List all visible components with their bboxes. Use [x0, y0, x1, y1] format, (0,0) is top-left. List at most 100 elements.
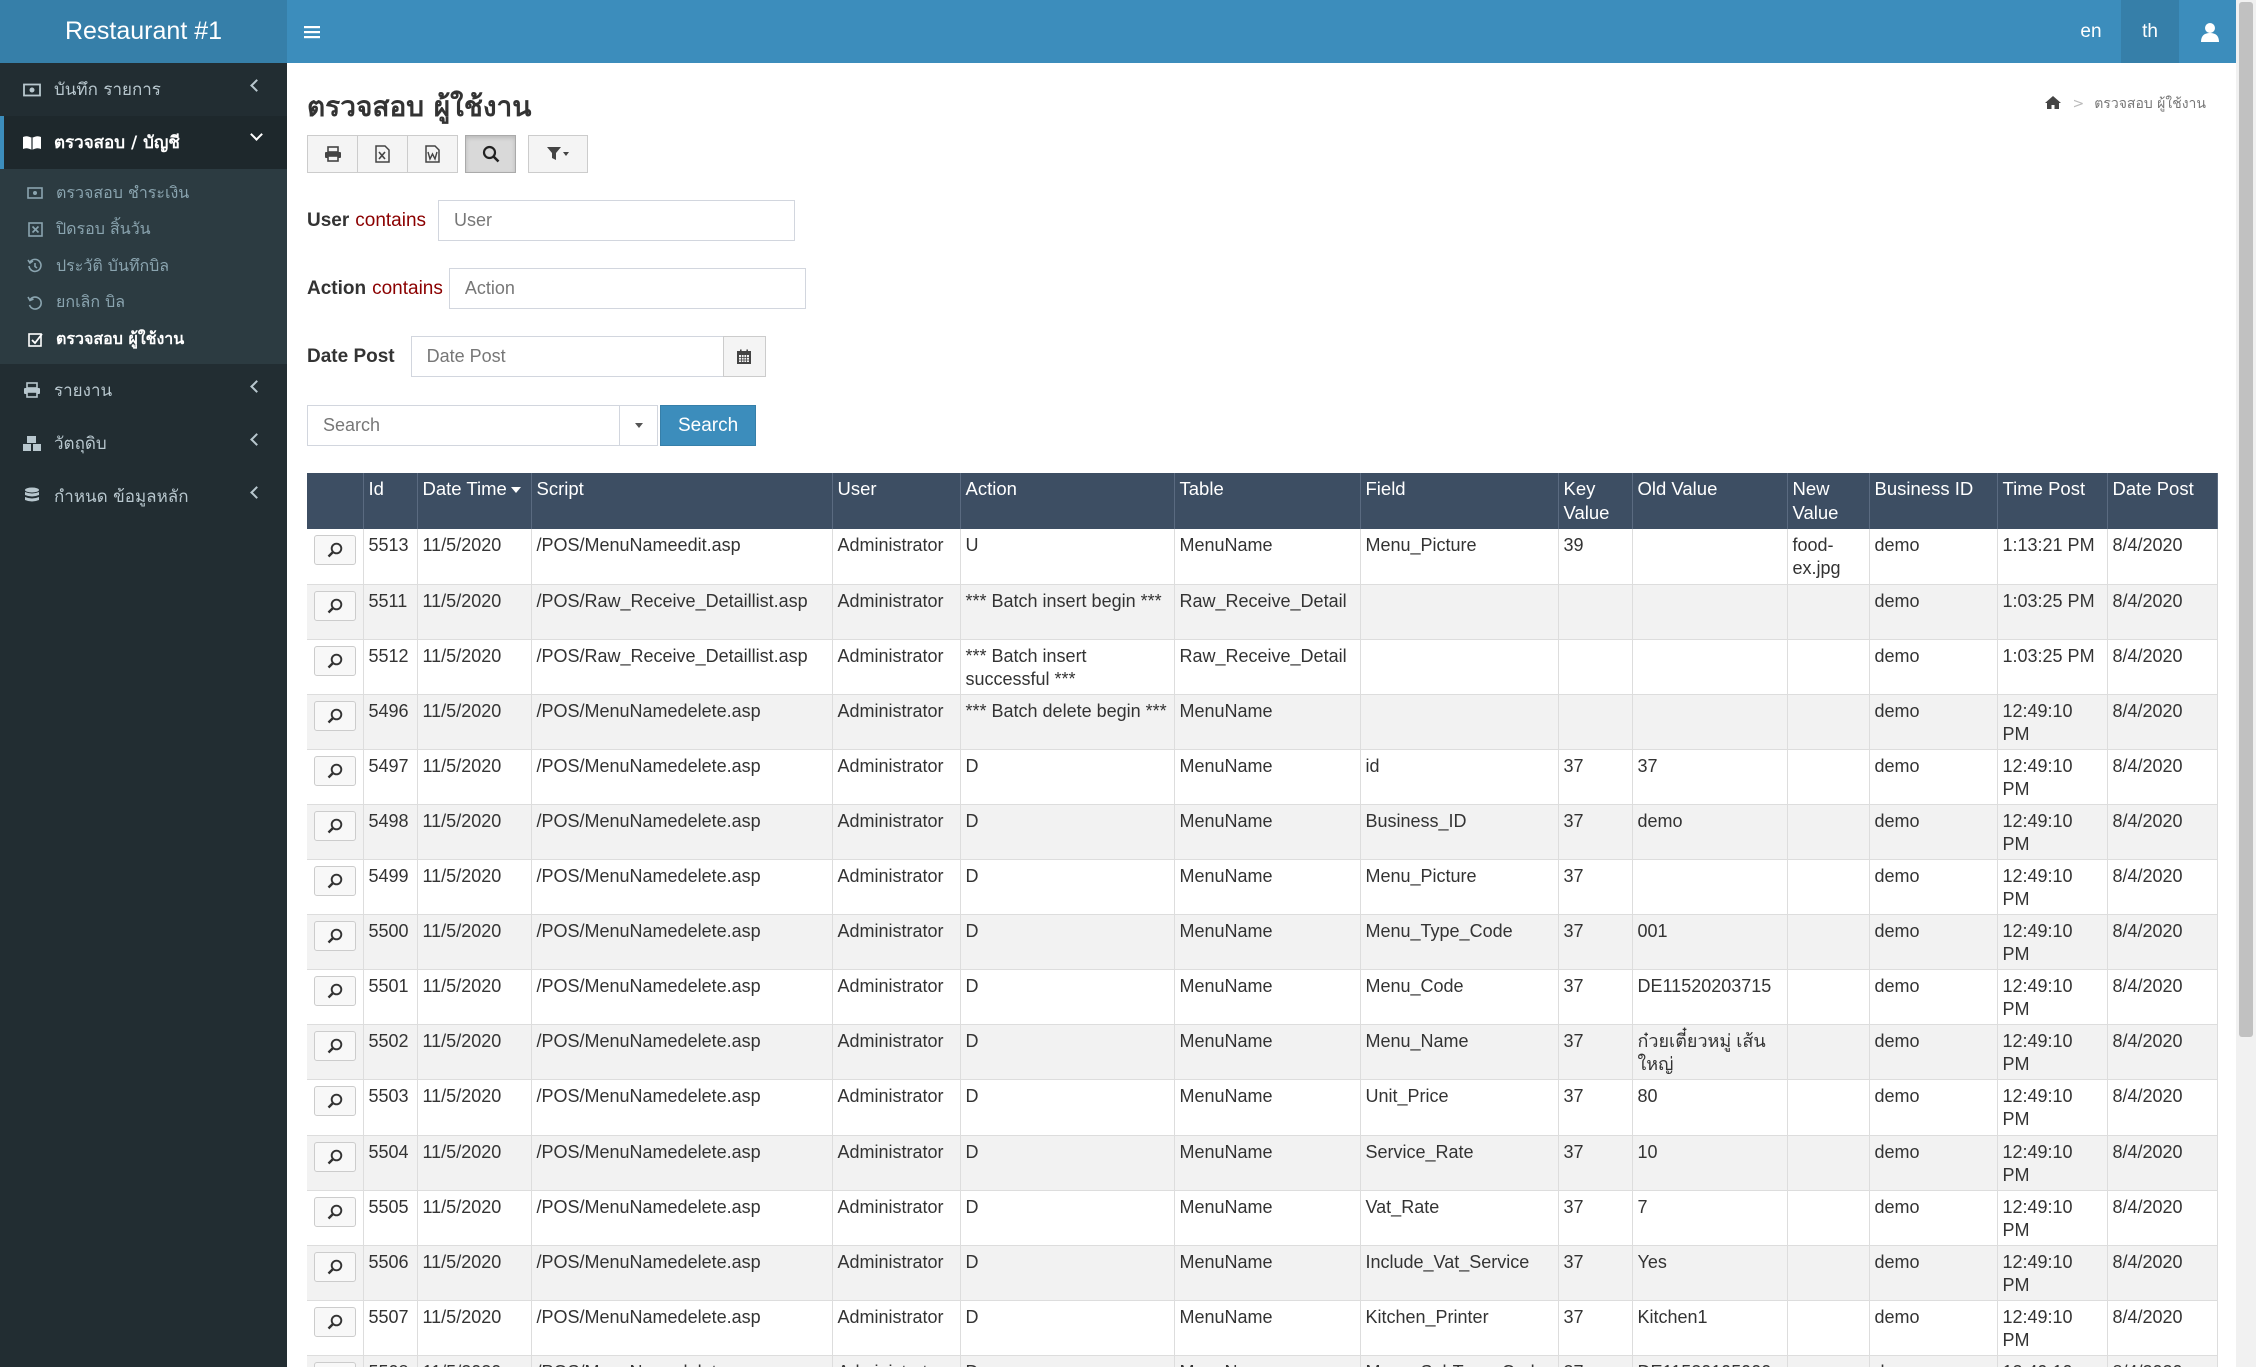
menu-toggle-button[interactable] — [287, 0, 337, 63]
cell-time-post: 12:49:10 PM — [1997, 804, 2108, 861]
cell-old-value: ก๋วยเตี๋ยวหมู่ เส้นใหญ่ — [1632, 1024, 1788, 1081]
search-input[interactable] — [307, 405, 620, 446]
cell-date-time: 11/5/2020 — [417, 529, 532, 585]
column-header-key-value[interactable]: Key Value — [1558, 473, 1633, 529]
view-row-button[interactable] — [313, 1361, 356, 1367]
cell-new-value — [1787, 1135, 1870, 1191]
print-icon — [22, 381, 42, 399]
view-row-button[interactable] — [313, 1196, 356, 1227]
content-viewport: ตรวจสอบ ผู้ใช้งาน > ตรวจสอบ ผู้ใช้งาน Us… — [287, 63, 2236, 1367]
view-row-button[interactable] — [313, 810, 356, 841]
sidebar-item-label: รายงาน — [54, 380, 113, 401]
sidebar: Restaurant #1 บันทึก รายการ ตรวจสอบ / บั… — [0, 0, 287, 1367]
column-header-field[interactable]: Field — [1360, 473, 1559, 529]
cell-old-value — [1632, 694, 1788, 750]
cell-date-time: 11/5/2020 — [417, 639, 532, 695]
cell-user: Administrator — [832, 1355, 961, 1367]
cell-date-time: 11/5/2020 — [417, 1135, 532, 1191]
column-header-new-value[interactable]: New Value — [1787, 473, 1870, 529]
page-scrollbar[interactable] — [2236, 0, 2256, 1367]
filter-date-input[interactable] — [410, 336, 724, 377]
search-icon — [327, 1259, 343, 1275]
cell-key-value: 37 — [1558, 1190, 1633, 1246]
sidebar-item-report[interactable]: รายงาน — [0, 364, 287, 417]
cell-table: MenuName — [1174, 1079, 1361, 1136]
view-row-button[interactable] — [313, 1251, 356, 1282]
language-th-button[interactable]: th — [2121, 0, 2179, 63]
sidebar-subitem-label: ประวัติ บันทึกบิล — [56, 255, 170, 275]
scrollbar-thumb[interactable] — [2239, 2, 2253, 1037]
print-button[interactable] — [307, 135, 358, 173]
sidebar-item-materials[interactable]: วัตถุดิบ — [0, 417, 287, 470]
column-header-business-id[interactable]: Business ID — [1869, 473, 1998, 529]
column-header-id[interactable]: Id — [363, 473, 418, 529]
sidebar-subitem-cancel-bill[interactable]: ยกเลิก บิล — [0, 285, 287, 322]
search-options-dropdown[interactable] — [620, 405, 658, 446]
cell-old-value — [1632, 859, 1788, 916]
sidebar-item-record[interactable]: บันทึก รายการ — [0, 63, 287, 116]
cubes-icon — [22, 434, 42, 452]
cell-key-value — [1558, 584, 1633, 640]
cell-field: Unit_Price — [1360, 1079, 1559, 1136]
home-icon[interactable] — [2044, 95, 2062, 114]
column-header-date-time[interactable]: Date Time — [417, 473, 532, 529]
sidebar-item-audit[interactable]: ตรวจสอบ / บัญชี — [0, 116, 287, 169]
app-brand[interactable]: Restaurant #1 — [0, 0, 287, 63]
view-row-button[interactable] — [313, 1086, 356, 1117]
view-row-button[interactable] — [313, 645, 356, 676]
export-excel-button[interactable] — [357, 135, 408, 173]
chevron-left-icon — [250, 485, 263, 499]
sidebar-subitem-user-audit[interactable]: ตรวจสอบ ผู้ใช้งาน — [0, 321, 287, 358]
view-row-button[interactable] — [313, 1031, 356, 1062]
filter-action-input[interactable] — [448, 268, 806, 309]
sidebar-subitem-payment-check[interactable]: ตรวจสอบ ชำระเงิน — [0, 175, 287, 212]
cell-action: D — [960, 1355, 1175, 1367]
table-row: 5512 11/5/2020/POS/Raw_Receive_Detaillist… — [307, 639, 2218, 695]
view-row-button[interactable] — [313, 866, 356, 897]
filter-button[interactable] — [528, 135, 588, 173]
money-icon — [26, 185, 44, 201]
calendar-button[interactable] — [722, 336, 766, 377]
cell-action: D — [960, 969, 1175, 1026]
view-row-button[interactable] — [313, 1141, 356, 1172]
column-header-table[interactable]: Table — [1174, 473, 1361, 529]
view-row-button[interactable] — [313, 921, 356, 952]
view-row-button[interactable] — [313, 1306, 356, 1337]
cell-business-id: demo — [1869, 859, 1998, 916]
column-header-user[interactable]: User — [832, 473, 961, 529]
column-header-time-post[interactable]: Time Post — [1997, 473, 2108, 529]
view-row-button[interactable] — [313, 755, 356, 786]
cell-key-value — [1558, 639, 1633, 695]
view-row-button[interactable] — [313, 700, 356, 731]
search-icon — [327, 983, 343, 999]
sidebar-item-master-data[interactable]: กำหนด ข้อมูลหลัก — [0, 470, 287, 523]
search-button[interactable]: Search — [660, 405, 757, 446]
cell-table: Raw_Receive_Detail — [1174, 584, 1361, 640]
view-row-button[interactable] — [313, 535, 356, 565]
cell-script: /POS/Raw_Receive_Detaillist.asp — [531, 584, 833, 640]
language-en-button[interactable]: en — [2067, 0, 2115, 63]
cell-new-value — [1787, 914, 1870, 971]
sidebar-subitem-label: ตรวจสอบ ชำระเงิน — [56, 182, 190, 202]
audit-table: Id Date Time Script User Action Table Fi… — [307, 473, 2218, 1367]
cell-table: MenuName — [1174, 529, 1361, 585]
search-icon — [327, 1204, 343, 1219]
filter-user-input[interactable] — [438, 200, 796, 241]
view-row-button[interactable] — [313, 590, 356, 621]
sidebar-subitem-close-day[interactable]: ปิดรอบ สิ้นวัน — [0, 212, 287, 249]
export-word-button[interactable] — [407, 135, 458, 173]
sidebar-submenu: ตรวจสอบ ชำระเงิน ปิดรอบ สิ้นวัน ประวัติ … — [0, 169, 287, 364]
cell-business-id: demo — [1869, 1300, 1998, 1356]
sidebar-subitem-bill-history[interactable]: ประวัติ บันทึกบิล — [0, 248, 287, 285]
user-menu-button[interactable] — [2184, 0, 2236, 63]
table-row: 5504 11/5/2020/POS/MenuNamedelete.asp Admi… — [307, 1135, 2218, 1191]
cell-time-post: 12:49:10 PM — [1997, 1355, 2108, 1367]
column-header-script[interactable]: Script — [531, 473, 833, 529]
cell-id: 5502 — [363, 1024, 418, 1081]
cell-field — [1360, 639, 1559, 695]
view-row-button[interactable] — [313, 976, 356, 1007]
column-header-action[interactable]: Action — [960, 473, 1175, 529]
column-header-date-post[interactable]: Date Post — [2107, 473, 2218, 529]
column-header-old-value[interactable]: Old Value — [1632, 473, 1788, 529]
search-toggle-button[interactable] — [465, 135, 516, 173]
